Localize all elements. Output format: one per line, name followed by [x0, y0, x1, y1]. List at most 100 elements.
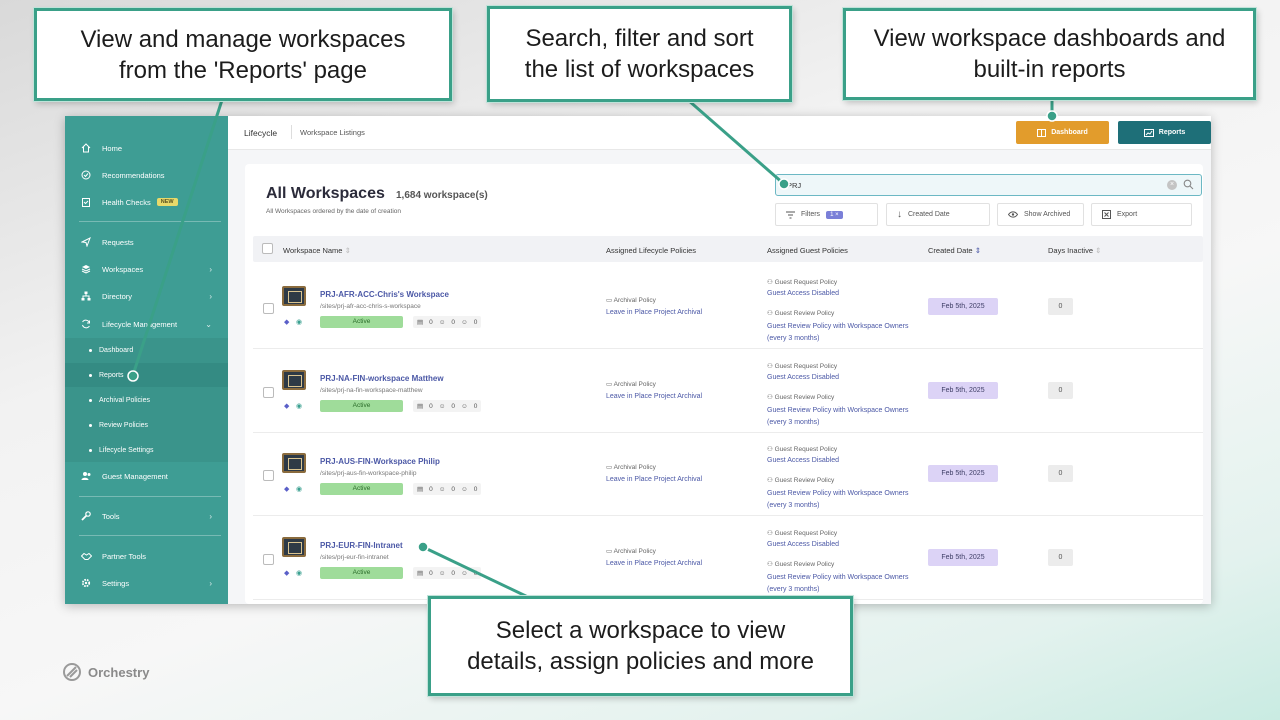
guest-request-policy-link[interactable]: Guest Access Disabled — [767, 374, 839, 381]
sidebar-subitem-reports[interactable]: Reports — [65, 363, 228, 387]
sidebar-item-requests[interactable]: Requests — [65, 230, 228, 254]
guest-review-policy-link[interactable]: Guest Review Policy with Workspace Owner… — [767, 572, 917, 596]
guests-icon: ☺ — [461, 318, 468, 326]
table-row[interactable]: ◆ ◉ PRJ-AUS-FIN-Workspace Philip /sites/… — [253, 433, 1203, 516]
guest-review-policy-link[interactable]: Guest Review Policy with Workspace Owner… — [767, 405, 917, 429]
teams-icon: ◆ — [284, 319, 290, 326]
sharepoint-icon: ◉ — [296, 486, 303, 493]
bullet-icon — [89, 448, 92, 452]
guest-review-label: ⚇ Guest Review Policy — [767, 393, 834, 401]
breadcrumb-workspace-listings: Workspace Listings — [300, 128, 365, 137]
workspace-icon — [282, 453, 306, 473]
guest-request-label: ⚇ Guest Request Policy — [767, 529, 837, 537]
status-badge: Active — [320, 567, 403, 579]
sidebar-item-label: Home — [102, 143, 123, 153]
workspace-name-link[interactable]: PRJ-NA-FIN-workspace Matthew — [320, 374, 444, 383]
workspace-url: /sites/prj-na-fin-workspace-matthew — [320, 387, 423, 394]
sidebar-item-guest-management[interactable]: Guest Management — [65, 464, 228, 488]
sidebar-subitem-dashboard[interactable]: Dashboard — [65, 338, 228, 362]
refresh-icon — [80, 318, 92, 330]
sharepoint-icon: ◉ — [296, 403, 303, 410]
search-icon[interactable] — [1183, 179, 1194, 190]
search-input[interactable]: PRJ × — [775, 174, 1202, 196]
wrench-icon — [80, 510, 92, 522]
sidebar-subitem-label: Lifecycle Settings — [99, 446, 154, 454]
sidebar-item-tools[interactable]: Tools › — [65, 504, 228, 528]
filters-button[interactable]: Filters 1 × — [775, 203, 878, 226]
dashboard-button[interactable]: Dashboard — [1016, 121, 1109, 144]
stat-value: 0 — [451, 485, 456, 493]
row-checkbox[interactable] — [263, 470, 274, 481]
guest-review-policy-link[interactable]: Guest Review Policy with Workspace Owner… — [767, 488, 917, 512]
column-label: Created Date — [928, 246, 973, 255]
clear-icon[interactable]: × — [1167, 180, 1177, 190]
label-text: Archival Policy — [613, 297, 656, 304]
table-row[interactable]: ◆ ◉ PRJ-NA-FIN-workspace Matthew /sites/… — [253, 350, 1203, 433]
page-title: All Workspaces — [266, 185, 385, 202]
show-archived-button[interactable]: Show Archived — [997, 203, 1084, 226]
workspace-name-link[interactable]: PRJ-EUR-FIN-Intranet — [320, 541, 403, 550]
files-icon: ▤ — [417, 403, 424, 410]
breadcrumb-lifecycle[interactable]: Lifecycle — [244, 128, 277, 138]
created-date-badge: Feb 5th, 2025 — [928, 382, 998, 399]
label-text: Guest Request Policy — [774, 363, 838, 370]
sidebar-item-home[interactable]: Home — [65, 136, 228, 160]
members-icon: ☺ — [438, 485, 446, 493]
sidebar-item-workspaces[interactable]: Workspaces › — [65, 257, 228, 281]
files-icon: ▤ — [417, 319, 424, 326]
workspace-stats: ▤ 0 ☺ 0 ☺ 0 — [413, 316, 482, 328]
user-check-icon: ⚇ — [767, 561, 773, 568]
filters-count-badge[interactable]: 1 × — [826, 210, 843, 219]
sidebar-item-recommendations[interactable]: Recommendations — [65, 163, 228, 187]
breadcrumb-separator — [291, 125, 292, 139]
user-check-icon: ⚇ — [767, 310, 773, 317]
sidebar-item-directory[interactable]: Directory › — [65, 284, 228, 308]
sidebar-item-lifecycle-management[interactable]: Lifecycle Management ⌄ — [65, 312, 228, 336]
home-icon — [80, 142, 92, 154]
select-all-checkbox[interactable] — [262, 243, 273, 254]
label-text: Guest Review Policy — [774, 394, 835, 401]
workspace-name-link[interactable]: PRJ-AUS-FIN-Workspace Philip — [320, 457, 440, 466]
sidebar-item-settings[interactable]: Settings › — [65, 571, 228, 595]
table-row[interactable]: ◆ ◉ PRJ-AFR-ACC-Chris's Workspace /sites… — [253, 266, 1203, 349]
label-text: Archival Policy — [613, 548, 656, 555]
page-subtitle: All Workspaces ordered by the date of cr… — [266, 208, 402, 215]
column-header-workspace-name[interactable]: Workspace Name ⇕ — [283, 246, 351, 255]
show-archived-label: Show Archived — [1024, 211, 1071, 218]
workspace-stats: ▤ 0 ☺ 0 ☺ 0 — [413, 567, 482, 579]
reports-button-label: Reports — [1158, 129, 1186, 136]
row-checkbox[interactable] — [263, 554, 274, 565]
sidebar-subitem-review-policies[interactable]: Review Policies — [65, 413, 228, 437]
filter-icon — [786, 210, 795, 219]
sort-created-date-button[interactable]: ↓ Created Date — [886, 203, 990, 226]
chevron-right-icon: › — [209, 264, 212, 274]
column-header-created-date[interactable]: Created Date ⇕ — [928, 246, 981, 255]
guest-request-policy-link[interactable]: Guest Access Disabled — [767, 541, 839, 548]
stat-value: 0 — [473, 569, 478, 577]
row-checkbox[interactable] — [263, 303, 274, 314]
reports-button[interactable]: Reports — [1118, 121, 1211, 144]
user-plus-icon: ⚇ — [767, 446, 773, 453]
sidebar-divider — [79, 535, 221, 536]
guest-review-policy-link[interactable]: Guest Review Policy with Workspace Owner… — [767, 321, 917, 345]
sidebar-item-health-checks[interactable]: Health Checks NEW — [65, 190, 228, 214]
sidebar-subitem-lifecycle-settings[interactable]: Lifecycle Settings — [65, 438, 228, 462]
dashboard-icon — [1037, 128, 1047, 137]
lifecycle-policy-link[interactable]: Leave in Place Project Archival — [606, 560, 702, 567]
guest-request-policy-link[interactable]: Guest Access Disabled — [767, 290, 839, 297]
sidebar-item-partner-tools[interactable]: Partner Tools — [65, 544, 228, 568]
lifecycle-policy-link[interactable]: Leave in Place Project Archival — [606, 476, 702, 483]
archive-icon: ▭ — [606, 381, 613, 388]
export-button[interactable]: Export — [1091, 203, 1192, 226]
label-text: Guest Review Policy — [774, 561, 835, 568]
column-header-days-inactive[interactable]: Days Inactive ⇕ — [1048, 246, 1101, 255]
lifecycle-policy-link[interactable]: Leave in Place Project Archival — [606, 393, 702, 400]
sidebar-subitem-archival-policies[interactable]: Archival Policies — [65, 388, 228, 412]
members-icon: ☺ — [438, 318, 446, 326]
row-checkbox[interactable] — [263, 387, 274, 398]
lifecycle-policy-link[interactable]: Leave in Place Project Archival — [606, 309, 702, 316]
filters-label: Filters — [801, 211, 821, 218]
guest-request-policy-link[interactable]: Guest Access Disabled — [767, 457, 839, 464]
table-row[interactable]: ◆ ◉ PRJ-EUR-FIN-Intranet /sites/prj-eur-… — [253, 517, 1203, 600]
workspace-name-link[interactable]: PRJ-AFR-ACC-Chris's Workspace — [320, 290, 449, 299]
